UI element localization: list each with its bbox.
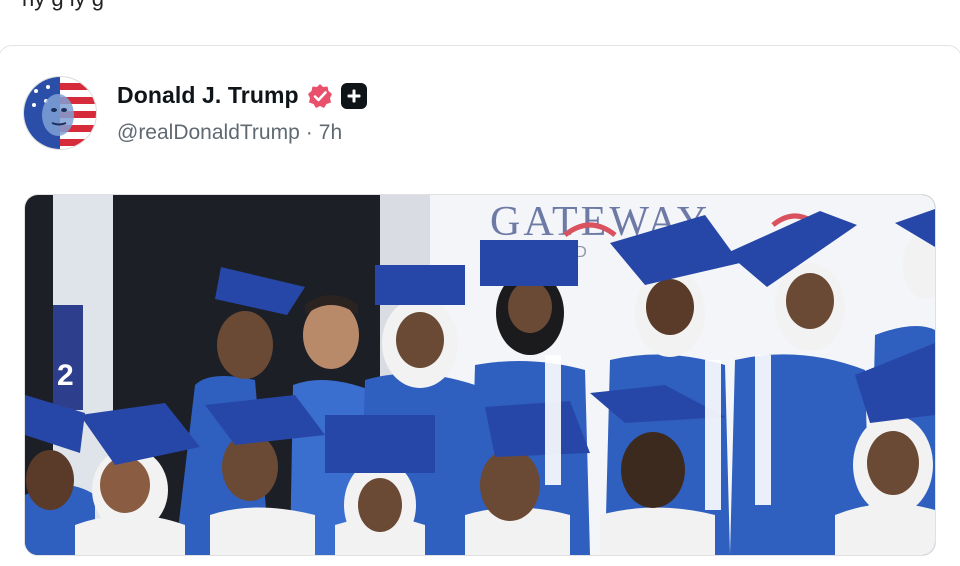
media-image: GATEWAY E E D 2 [25, 195, 935, 555]
avatar-image [24, 77, 96, 149]
post-media[interactable]: GATEWAY E E D 2 [24, 194, 936, 556]
previous-post-text: ny g ly g [22, 0, 104, 12]
post-time[interactable]: 7h [319, 121, 342, 145]
author-meta: @realDonaldTrump · 7h [117, 121, 342, 145]
author-row: Donald J. Trump [117, 82, 367, 109]
meta-separator: · [305, 121, 313, 144]
plus-badge-icon [340, 82, 367, 109]
author-name[interactable]: Donald J. Trump [117, 82, 299, 109]
verified-badge-icon [307, 83, 333, 109]
author-handle[interactable]: @realDonaldTrump [117, 121, 300, 145]
class-sign [53, 305, 83, 410]
class-sign-number: 2 [57, 359, 74, 392]
author-avatar[interactable] [23, 76, 97, 150]
